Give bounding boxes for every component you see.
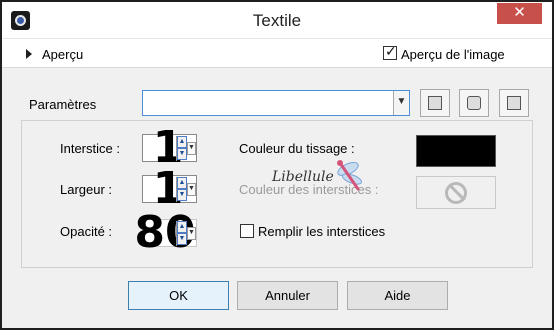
presets-dropdown[interactable]: ▼: [142, 90, 410, 116]
textile-dialog: Textile ✕ Aperçu ✓ Aperçu de l'image Par…: [0, 0, 554, 330]
title-bar[interactable]: Textile ✕: [2, 2, 552, 38]
gap-label: Interstice :: [60, 141, 120, 156]
spin-down-icon[interactable]: ▼: [177, 189, 187, 201]
stepper-menu-icon[interactable]: ▼: [187, 227, 196, 240]
prohibited-icon: [445, 182, 467, 204]
width-label: Largeur :: [60, 182, 113, 197]
spin-down-icon[interactable]: ▼: [177, 148, 187, 160]
stepper-menu-icon[interactable]: ▼: [187, 183, 196, 196]
weave-color-swatch[interactable]: [416, 135, 496, 167]
opacity-label: Opacité :: [60, 224, 113, 239]
opacity-stepper[interactable]: 80 ▲ ▼ ▼: [134, 210, 197, 256]
spin-up-icon[interactable]: ▲: [177, 177, 187, 189]
presets-label: Paramètres: [29, 97, 97, 112]
weave-color-label: Couleur du tissage :: [239, 141, 355, 156]
expand-triangle-icon[interactable]: [26, 49, 32, 59]
cancel-button[interactable]: Annuler: [237, 281, 338, 310]
fill-gaps-checkbox[interactable]: [240, 224, 254, 238]
preview-bar: Aperçu ✓ Aperçu de l'image: [2, 38, 552, 68]
show-preview-label: Aperçu de l'image: [401, 47, 505, 62]
dialog-title: Textile: [252, 11, 302, 30]
gap-stepper[interactable]: 1 ▲ ▼ ▼: [142, 125, 197, 171]
stepper-menu-icon[interactable]: ▼: [187, 142, 196, 155]
manage-presets-button[interactable]: [499, 89, 529, 117]
show-preview-checkbox[interactable]: ✓: [383, 43, 397, 60]
floppy-disk-icon: [428, 96, 442, 110]
help-button[interactable]: Aide: [347, 281, 448, 310]
save-preset-button[interactable]: [420, 89, 450, 117]
reset-preset-button[interactable]: [459, 89, 489, 117]
ok-button[interactable]: OK: [128, 281, 229, 310]
spin-up-icon[interactable]: ▲: [177, 136, 187, 148]
fill-gaps-label: Remplir les interstices: [258, 224, 386, 239]
checkmark-icon: ✓: [385, 43, 397, 59]
cube-icon: [467, 96, 481, 110]
close-button[interactable]: ✕: [497, 3, 542, 24]
folder-icon: [507, 96, 521, 110]
gap-color-swatch: [416, 176, 496, 209]
watermark-text: Libellule: [272, 169, 334, 185]
spin-down-icon[interactable]: ▼: [177, 233, 187, 245]
preview-toggle-label[interactable]: Aperçu: [42, 47, 83, 62]
width-stepper[interactable]: 1 ▲ ▼ ▼: [142, 166, 197, 212]
spin-up-icon[interactable]: ▲: [177, 221, 187, 233]
chevron-down-icon[interactable]: ▼: [393, 91, 409, 115]
watermark-logo: Libellule: [270, 157, 380, 199]
